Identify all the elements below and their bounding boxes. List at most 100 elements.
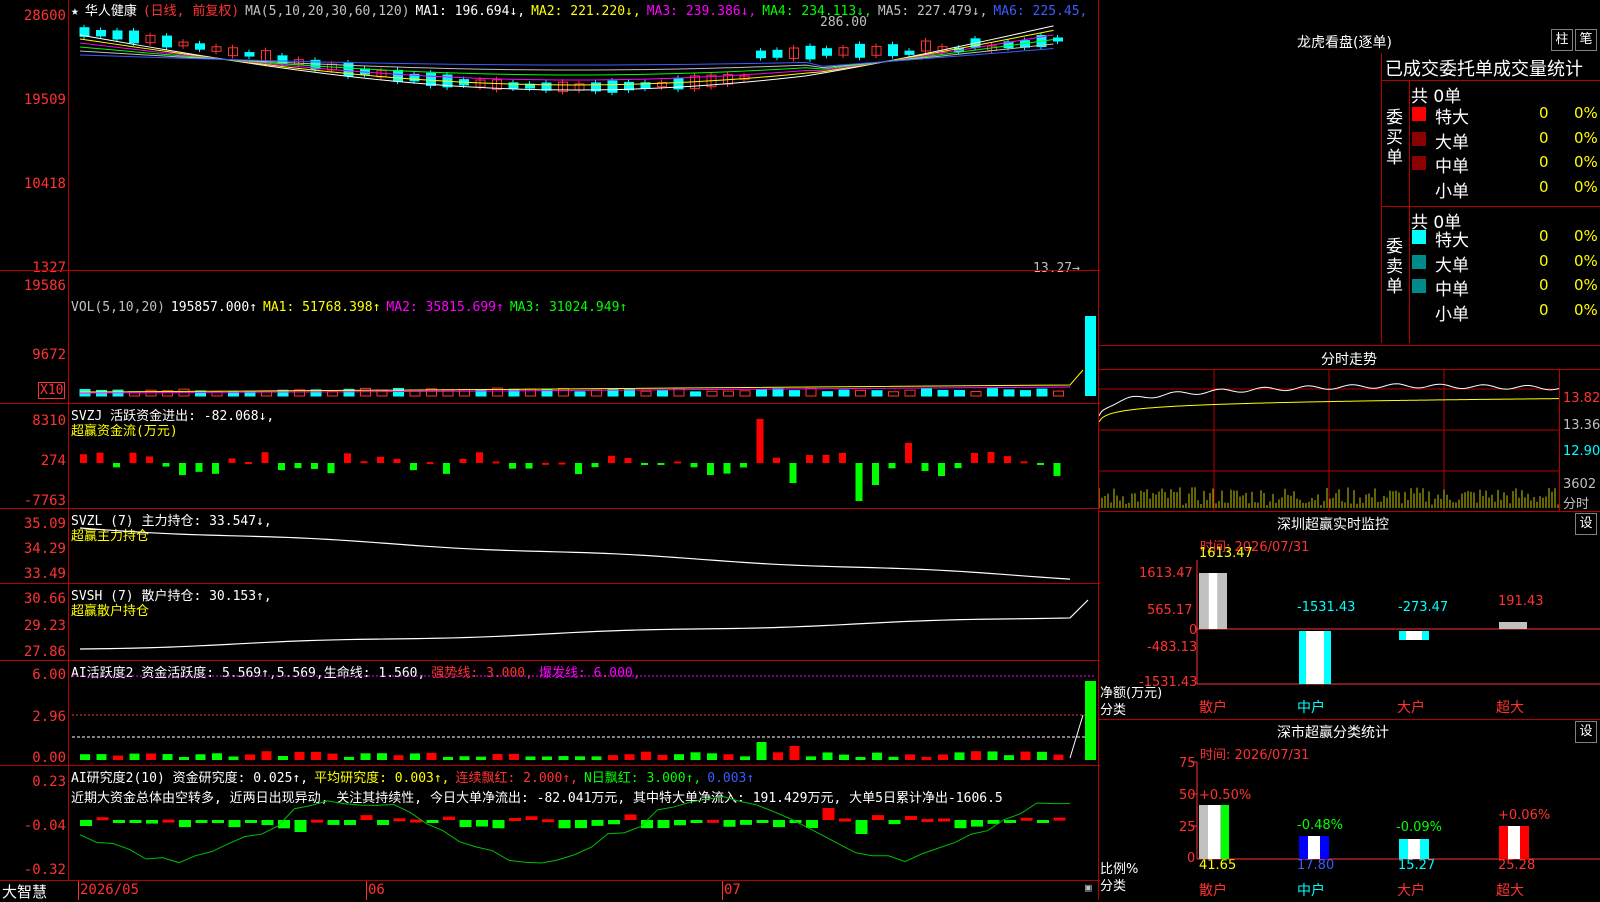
svsh-y-2: 27.86 bbox=[23, 644, 66, 660]
minute-title: 分时走势 bbox=[1321, 352, 1377, 368]
activity-bar bbox=[971, 751, 981, 760]
tick-mode-button[interactable]: 笔 bbox=[1575, 29, 1597, 51]
fund-flow-bar bbox=[674, 461, 681, 464]
research-bar bbox=[789, 820, 802, 823]
row-name: 大单 bbox=[1435, 255, 1469, 276]
activity-bar bbox=[542, 756, 552, 760]
fund-flow-bar bbox=[294, 463, 302, 469]
research-bar bbox=[278, 820, 290, 829]
volume-bar bbox=[607, 388, 619, 397]
research-bar bbox=[195, 820, 208, 823]
activity-bar bbox=[641, 751, 651, 760]
minute-line-2 bbox=[1099, 369, 1600, 370]
volume-bar bbox=[145, 389, 157, 397]
volume-bar bbox=[789, 390, 800, 397]
sc-value-0: 41.65 bbox=[1199, 858, 1237, 873]
fund-flow-bar bbox=[1053, 463, 1061, 476]
research-bar bbox=[558, 820, 571, 829]
sz-value-1: -1531.43 bbox=[1297, 600, 1356, 615]
research-bar bbox=[459, 820, 472, 828]
activity-bar bbox=[723, 754, 734, 760]
sc-settings-button[interactable]: 设 bbox=[1575, 721, 1597, 743]
sc-change-2: -0.09% bbox=[1396, 820, 1442, 835]
kline-panel[interactable]: ★ 华人健康 (日线, 前复权) MA(5,10,20,30,60,120) MA1: … bbox=[0, 0, 1100, 276]
row-count: 0 bbox=[1539, 227, 1549, 245]
ma-1-value: MA1: 196.694↓, bbox=[415, 4, 526, 19]
sz-settings-button[interactable]: 设 bbox=[1575, 513, 1597, 535]
activity-bar bbox=[624, 754, 635, 760]
svzl-sub: 超赢主力持仓 bbox=[71, 529, 150, 544]
ai-strong: 强势线: 3.000, bbox=[431, 666, 533, 681]
res-y-2: -0.32 bbox=[23, 862, 66, 878]
activity-bar bbox=[954, 752, 965, 760]
fund-flow-bar bbox=[987, 451, 995, 463]
sc-bar-mid bbox=[1299, 836, 1329, 859]
volume-bar bbox=[690, 391, 701, 397]
research-bar bbox=[393, 818, 406, 822]
volume-bar bbox=[129, 391, 140, 397]
ai-burst: 爆发线: 6.000, bbox=[538, 666, 641, 681]
research-bar bbox=[245, 820, 257, 823]
svsh-sub-wrap: 超赢散户持仓 bbox=[71, 600, 155, 619]
research-bar bbox=[162, 819, 175, 823]
research-bar bbox=[608, 820, 620, 825]
row-count: 0 bbox=[1539, 128, 1549, 147]
activity-bar bbox=[278, 755, 288, 760]
volume-bar bbox=[492, 387, 503, 397]
research-bar bbox=[657, 820, 670, 829]
sc-change-3: +0.06% bbox=[1498, 808, 1551, 823]
svzj-y-0: 8310 bbox=[32, 413, 66, 429]
legend-square-buy-rows-2 bbox=[1412, 156, 1426, 170]
minute-price-line bbox=[1099, 383, 1560, 417]
minute-y-0: 13.82 bbox=[1563, 391, 1600, 406]
svsh-y-0: 30.66 bbox=[23, 591, 66, 607]
volume-bar bbox=[558, 387, 569, 397]
vol-unit: X10 bbox=[38, 382, 66, 399]
activity-bar bbox=[80, 754, 90, 760]
activity-bar bbox=[344, 756, 354, 760]
category-0: 散户 bbox=[1199, 883, 1227, 899]
research-bar bbox=[690, 820, 703, 823]
research-bar bbox=[542, 819, 554, 823]
minute-y-1: 13.36 bbox=[1563, 418, 1600, 433]
legend-square-buy-rows-3 bbox=[1412, 180, 1426, 195]
fund-flow-bar bbox=[938, 463, 945, 476]
date-tick-2 bbox=[722, 881, 723, 900]
activity-bar bbox=[987, 751, 998, 760]
research-bar bbox=[311, 819, 323, 823]
stat-title: 已成交委托单成交量统计 bbox=[1385, 59, 1583, 80]
activity-bar bbox=[261, 751, 272, 760]
fund-flow-bar bbox=[905, 443, 912, 463]
activity-bar bbox=[839, 754, 849, 760]
activity-bar bbox=[690, 752, 701, 760]
bar-mode-button[interactable]: 柱 bbox=[1551, 29, 1573, 51]
volume-bar bbox=[805, 387, 817, 397]
brand: 大智慧 bbox=[2, 883, 48, 901]
volume-bar bbox=[574, 391, 586, 397]
sc-y-1: 50 bbox=[1179, 788, 1196, 803]
research-bar bbox=[872, 815, 884, 820]
volume-bar bbox=[970, 390, 982, 397]
lock-icon[interactable]: ▣ bbox=[1085, 881, 1092, 894]
row-pct: 0% bbox=[1574, 251, 1598, 270]
fund-flow-bar bbox=[707, 463, 714, 476]
sc-bar-big bbox=[1399, 839, 1429, 859]
vol-ma1: MA1: 51768.398↑ bbox=[263, 300, 381, 315]
fund-flow-bar bbox=[1037, 463, 1044, 465]
high-note: 286.00 bbox=[820, 15, 867, 30]
activity-bar bbox=[558, 756, 569, 760]
sc-bar-big-hl bbox=[1408, 839, 1420, 859]
fund-flow-bar bbox=[839, 453, 846, 463]
svzl-y-1: 34.29 bbox=[23, 541, 66, 557]
sc-top-line bbox=[1099, 719, 1600, 720]
minute-vol: 3602 bbox=[1563, 477, 1597, 492]
volume-bar bbox=[706, 390, 718, 397]
activity-bar bbox=[294, 751, 305, 760]
sz-y-1: 565.17 bbox=[1147, 603, 1193, 618]
activity-bar bbox=[1004, 755, 1014, 760]
research-bar bbox=[377, 820, 389, 826]
volume-bar bbox=[211, 391, 223, 397]
volume-bar bbox=[904, 389, 916, 397]
sc-cls: 分类 bbox=[1100, 879, 1127, 894]
fund-flow-bar bbox=[657, 463, 665, 465]
